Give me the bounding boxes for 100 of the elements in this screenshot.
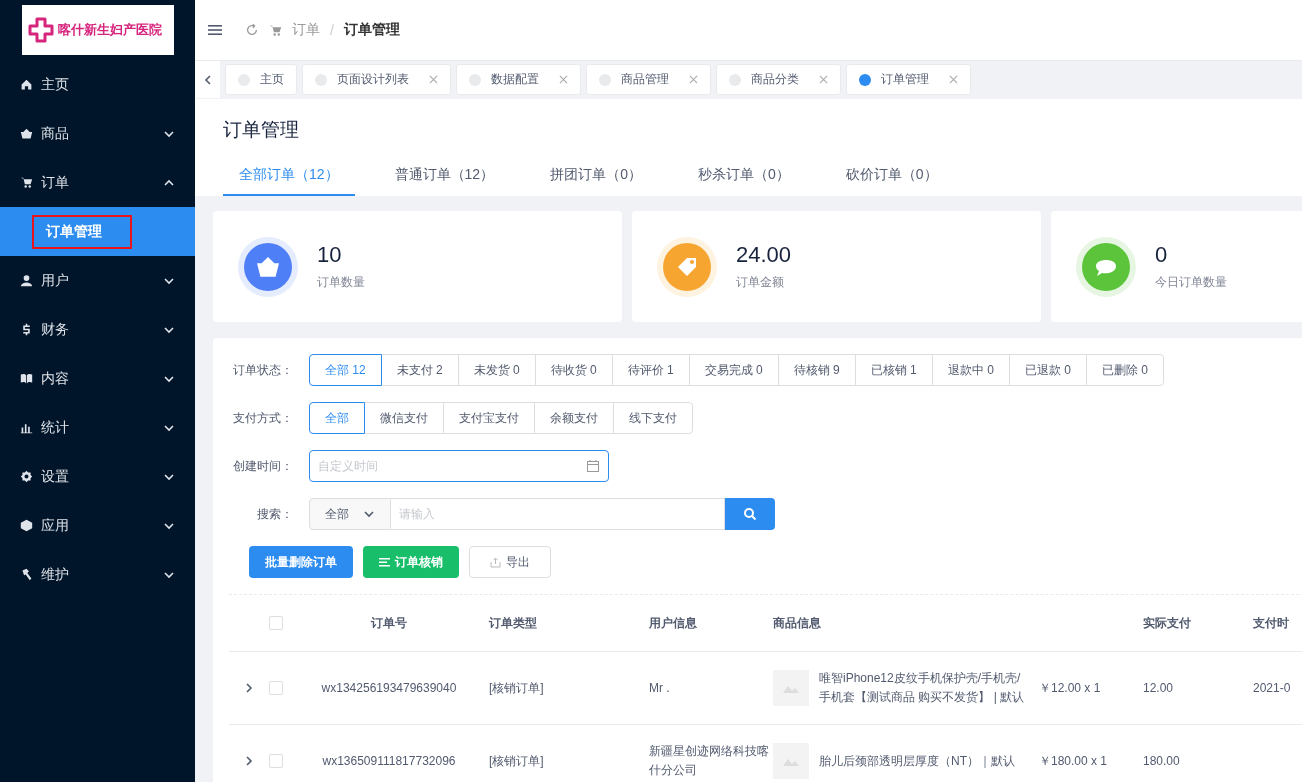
scroll-left-button[interactable]: [195, 61, 220, 98]
column-header: 实际支付: [1143, 614, 1192, 632]
filter-option[interactable]: 未发货 0: [457, 354, 536, 386]
cross-icon: [27, 17, 54, 43]
sidebar-item[interactable]: 订单: [0, 158, 195, 207]
table-cell-text: 180.00: [1143, 752, 1181, 770]
breadcrumb-separator: /: [330, 22, 334, 38]
filter-option[interactable]: 退款中 0: [931, 354, 1010, 386]
sidebar-item[interactable]: 维护: [0, 550, 195, 599]
image-placeholder-icon: [773, 670, 809, 706]
column-header: 用户信息: [648, 614, 698, 632]
user-icon: [20, 274, 33, 287]
filter-label: 搜索：: [256, 505, 294, 523]
sidebar-item[interactable]: 用户: [0, 256, 195, 305]
checkbox[interactable]: [269, 754, 283, 768]
order-type-tab[interactable]: 砍价订单（0）: [829, 156, 954, 196]
expand-icon[interactable]: [243, 755, 255, 767]
filter-label: 创建时间：: [232, 457, 294, 475]
close-icon[interactable]: [689, 75, 698, 84]
filter-option[interactable]: 已核销 1: [854, 354, 933, 386]
filter-option[interactable]: 已删除 0: [1085, 354, 1164, 386]
search-button[interactable]: [725, 498, 775, 530]
list-icon: [379, 556, 390, 568]
page-tab[interactable]: 商品分类: [716, 64, 841, 95]
order-type-tab[interactable]: 普通订单（12）: [378, 156, 511, 196]
stat-label: 订单金额: [736, 274, 785, 291]
product-name: 唯智iPhone12皮纹手机保护壳/手机壳/手机套【测试商品 购买不发货】 | 默认: [819, 670, 1026, 706]
filter-option[interactable]: 支付宝支付: [443, 402, 535, 434]
filter-option[interactable]: 待评价 1: [611, 354, 690, 386]
stat-value: 24.00: [736, 242, 792, 268]
gear-icon: [20, 470, 33, 483]
breadcrumb-item: 订单管理: [343, 21, 400, 39]
filter-option[interactable]: 待收货 0: [534, 354, 613, 386]
hammer-icon: [20, 568, 33, 581]
table-cell-text: wx136509111817732096: [321, 752, 457, 770]
column-header: 订单号: [369, 614, 408, 632]
column-header: 订单类型: [487, 614, 538, 632]
page-tab[interactable]: 订单管理: [846, 64, 971, 95]
scope-dropdown[interactable]: 全部: [309, 498, 391, 530]
table-cell: ￥12.00 x 1: [1039, 679, 1101, 697]
upload-icon: [490, 556, 501, 568]
action-button[interactable]: 导出: [469, 546, 551, 578]
calendar-icon: [586, 459, 600, 473]
checkbox[interactable]: [269, 681, 283, 695]
close-icon[interactable]: [949, 75, 958, 84]
order-type-tab[interactable]: 秒杀订单（0）: [681, 156, 806, 196]
filter-option[interactable]: 全部 12: [309, 354, 382, 386]
basket-icon: [20, 127, 33, 140]
order-type-tab[interactable]: 全部订单（12）: [223, 156, 355, 196]
refresh-icon[interactable]: [245, 23, 259, 37]
table-cell-text: 2021-0: [1253, 679, 1292, 697]
table-cell-text: wx134256193479639040: [320, 679, 458, 697]
filter-option[interactable]: 交易完成 0: [688, 354, 779, 386]
filter-option[interactable]: 全部: [309, 402, 365, 434]
page-tab[interactable]: 数据配置: [456, 64, 581, 95]
close-icon[interactable]: [559, 75, 568, 84]
column-header: 支付时: [1253, 614, 1290, 632]
table-cell-text: [核销订单]: [488, 679, 545, 697]
table-cell-text: 新疆星创迹网络科技喀什分公司: [648, 743, 770, 779]
sidebar-item[interactable]: 内容: [0, 354, 195, 403]
image-placeholder-icon: [773, 743, 809, 779]
page-tab[interactable]: 主页: [225, 64, 297, 95]
caret-icon: [363, 508, 375, 520]
expand-icon[interactable]: [243, 682, 255, 694]
order-type-tab[interactable]: 拼团订单（0）: [534, 156, 658, 196]
checkbox[interactable]: [269, 616, 283, 630]
table-cell-text: [核销订单]: [488, 752, 545, 770]
page-tab[interactable]: 页面设计列表: [302, 64, 451, 95]
table-cell-text: 12.00: [1143, 679, 1175, 697]
sidebar-item[interactable]: 财务: [0, 305, 195, 354]
close-icon[interactable]: [429, 75, 438, 84]
stat-value: 10: [317, 242, 343, 268]
column-header: 商品信息: [773, 614, 822, 632]
home-icon: [20, 78, 33, 91]
filter-label: 订单状态：: [232, 361, 294, 379]
filter-option[interactable]: 线下支付: [613, 402, 693, 434]
book-icon: [20, 372, 33, 385]
filter-label: 支付方式：: [232, 409, 294, 427]
stat-value: 0: [1155, 242, 1169, 268]
cube-icon: [20, 519, 33, 532]
table-cell-text: Mr .: [648, 679, 671, 697]
filter-option[interactable]: 微信支付: [364, 402, 444, 434]
sidebar-item[interactable]: 商品: [0, 109, 195, 158]
close-icon[interactable]: [819, 75, 828, 84]
logo-text: 喀什新生妇产医院: [57, 21, 162, 39]
page-tab[interactable]: 商品管理: [586, 64, 711, 95]
search-icon: [743, 507, 757, 521]
filter-option[interactable]: 余额支付: [534, 402, 614, 434]
table-cell: ￥180.00 x 1: [1039, 752, 1108, 770]
sidebar-item[interactable]: 应用: [0, 501, 195, 550]
filter-option[interactable]: 未支付 2: [380, 354, 459, 386]
filter-option[interactable]: 待核销 9: [777, 354, 856, 386]
menu-icon[interactable]: [207, 22, 223, 38]
sidebar-item[interactable]: 统计: [0, 403, 195, 452]
dollar-icon: [20, 323, 33, 336]
page-title: 订单管理: [223, 118, 300, 142]
filter-option[interactable]: 已退款 0: [1008, 354, 1087, 386]
sidebar-item[interactable]: 主页: [0, 60, 195, 109]
chart-icon: [20, 421, 33, 434]
sidebar-item[interactable]: 设置: [0, 452, 195, 501]
